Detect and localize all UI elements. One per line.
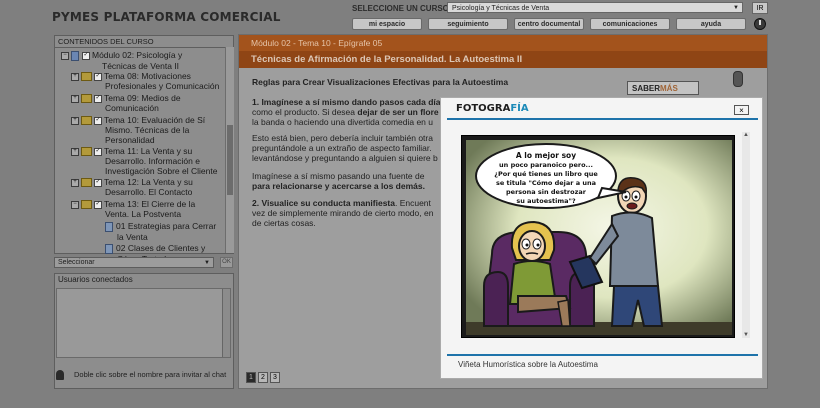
course-contents-panel: CONTENIDOS DEL CURSO − ✓ Módulo 02: Psicol… — [54, 35, 234, 264]
comic-illustration: A lo mejor soy un poco paranoico pero...… — [466, 140, 732, 335]
folder-icon — [81, 116, 92, 126]
checkbox-icon[interactable]: ✓ — [94, 94, 102, 103]
nav-seguimiento[interactable]: seguimiento — [428, 18, 508, 30]
expand-icon[interactable]: + — [71, 116, 79, 125]
paragraph-2: Esto está bien, pero debería incluir tam… — [252, 133, 438, 163]
checkbox-icon[interactable]: ✓ — [94, 147, 102, 156]
comic-image: A lo mejor soy un poco paranoico pero...… — [461, 135, 735, 338]
chevron-down-icon: ▼ — [733, 5, 739, 11]
tree-node-tema-13[interactable]: − ✓ Tema 13: El Cierre de la Venta. La Pos… — [71, 199, 195, 219]
connected-users-title: Usuarios conectados — [55, 274, 233, 285]
expand-icon[interactable]: + — [71, 94, 79, 103]
checkbox-icon[interactable]: ✓ — [82, 51, 90, 60]
collapse-icon[interactable]: − — [71, 200, 79, 209]
mouse-icon — [733, 71, 743, 87]
paragraph-4: 2. Visualice su conducta manifiesta. Enc… — [252, 198, 434, 228]
expand-icon[interactable]: + — [71, 72, 79, 81]
photo-modal: FOTOGRAFÍA × A lo mejor soy un poco para… — [440, 97, 763, 379]
folder-icon — [81, 72, 92, 82]
tree-node-tema-12[interactable]: + ✓ Tema 12: La Venta y su Desarrollo. El … — [71, 177, 193, 197]
expand-icon[interactable]: + — [71, 147, 79, 156]
course-select-value: Psicología y Técnicas de Venta — [452, 5, 550, 12]
folder-icon — [81, 94, 92, 104]
bubble-line-5: persona sin destrozar — [506, 188, 587, 196]
breadcrumb: Módulo 02 - Tema 10 - Epígrafe 05 — [239, 35, 767, 51]
nav-mi-espacio[interactable]: mi espacio — [352, 18, 422, 30]
bubble-line-2: un poco paranoico pero... — [499, 161, 593, 169]
tree-node-tema-11[interactable]: + ✓ Tema 11: La Venta y su Desarrollo. Inf… — [71, 146, 217, 176]
nav-centro-documental[interactable]: centro documental — [514, 18, 584, 30]
lesson-subtitle: Reglas para Crear Visualizaciones Efecti… — [252, 77, 509, 87]
course-select-label: SELECCIONE UN CURSO: — [352, 4, 452, 13]
power-icon[interactable] — [754, 18, 766, 30]
bubble-line-4: se titula "Cómo dejar a una — [496, 179, 596, 187]
folder-icon — [81, 200, 92, 210]
scroll-up-icon[interactable]: ▲ — [743, 132, 749, 138]
tree-node-tema-10[interactable]: + ✓ Tema 10: Evaluación de Sí Mismo. Técni… — [71, 115, 205, 145]
modal-scrollbar[interactable]: ▲ ▼ — [742, 132, 750, 338]
folder-icon — [81, 147, 92, 157]
checkbox-icon[interactable]: ✓ — [94, 116, 102, 125]
chevron-down-icon: ▼ — [204, 260, 210, 266]
bubble-line-1: A lo mejor soy — [516, 151, 576, 160]
tree-node-modulo-02[interactable]: − ✓ Módulo 02: Psicología y Técnicas de Ve… — [61, 50, 182, 71]
brand-title: PYMES PLATAFORMA COMERCIAL — [52, 10, 281, 24]
modal-caption-rule — [447, 354, 758, 356]
bubble-line-3: ¿Por qué tienes un libro que — [494, 170, 598, 178]
expand-icon[interactable]: + — [71, 178, 79, 187]
collapse-icon[interactable]: − — [61, 51, 69, 60]
ir-button[interactable]: IR — [752, 2, 768, 14]
tree-node-tema-09[interactable]: + ✓ Tema 09: Medios de Comunicación — [71, 93, 181, 113]
checkbox-icon[interactable]: ✓ — [94, 200, 102, 209]
folder-icon — [81, 178, 92, 188]
close-button[interactable]: × — [734, 105, 749, 115]
lesson-title: Técnicas de Afirmación de la Personalida… — [239, 51, 767, 68]
paragraph-1: 1. Imagínese a sí mismo dando pasos cada… — [252, 97, 441, 127]
document-icon — [105, 221, 113, 232]
section-select[interactable]: Seleccionar ▼ — [54, 257, 214, 268]
tree-scrollbar[interactable] — [225, 47, 234, 253]
nav-comunicaciones[interactable]: comunicaciones — [590, 18, 670, 30]
tree-node-tema-08[interactable]: + ✓ Tema 08: Motivaciones Profesionales y … — [71, 71, 219, 91]
saber-mas-button[interactable]: SABERMÁS — [627, 81, 699, 95]
image-caption: Viñeta Humorística sobre la Autoestima — [458, 360, 598, 369]
checkbox-icon[interactable]: ✓ — [94, 178, 102, 187]
connected-users-list[interactable] — [56, 288, 231, 358]
page-2-button[interactable]: 2 — [258, 372, 268, 383]
nav-ayuda[interactable]: ayuda — [676, 18, 746, 30]
page-backdrop: PYMES PLATAFORMA COMERCIAL SELECCIONE UN… — [0, 0, 820, 408]
scroll-down-icon[interactable]: ▼ — [743, 332, 749, 338]
document-icon — [105, 243, 113, 254]
person-icon — [56, 370, 64, 381]
users-scrollbar[interactable] — [222, 289, 230, 357]
page-3-button[interactable]: 3 — [270, 372, 280, 383]
tree-node-epigrafe-01[interactable]: 01 Estrategias para Cerrar la Venta — [105, 221, 216, 242]
module-icon — [71, 50, 79, 61]
paragraph-3: Imagínese a sí mismo pasando una fuente … — [252, 171, 425, 191]
bubble-line-6: su autoestima"? — [516, 197, 576, 205]
course-select[interactable]: Psicología y Técnicas de Venta ▼ — [447, 2, 743, 13]
modal-top-rule — [447, 118, 758, 120]
fotografia-logo: FOTOGRAFÍA — [456, 103, 529, 114]
tree-scrollbar-thumb[interactable] — [227, 125, 233, 195]
users-hint: Doble clic sobre el nombre para invitar … — [56, 370, 226, 381]
checkbox-icon[interactable]: ✓ — [94, 72, 102, 81]
page-1-button[interactable]: 1 — [246, 372, 256, 383]
ok-button[interactable]: OK — [220, 257, 233, 268]
course-tree: − ✓ Módulo 02: Psicología y Técnicas de Ve… — [55, 47, 225, 281]
